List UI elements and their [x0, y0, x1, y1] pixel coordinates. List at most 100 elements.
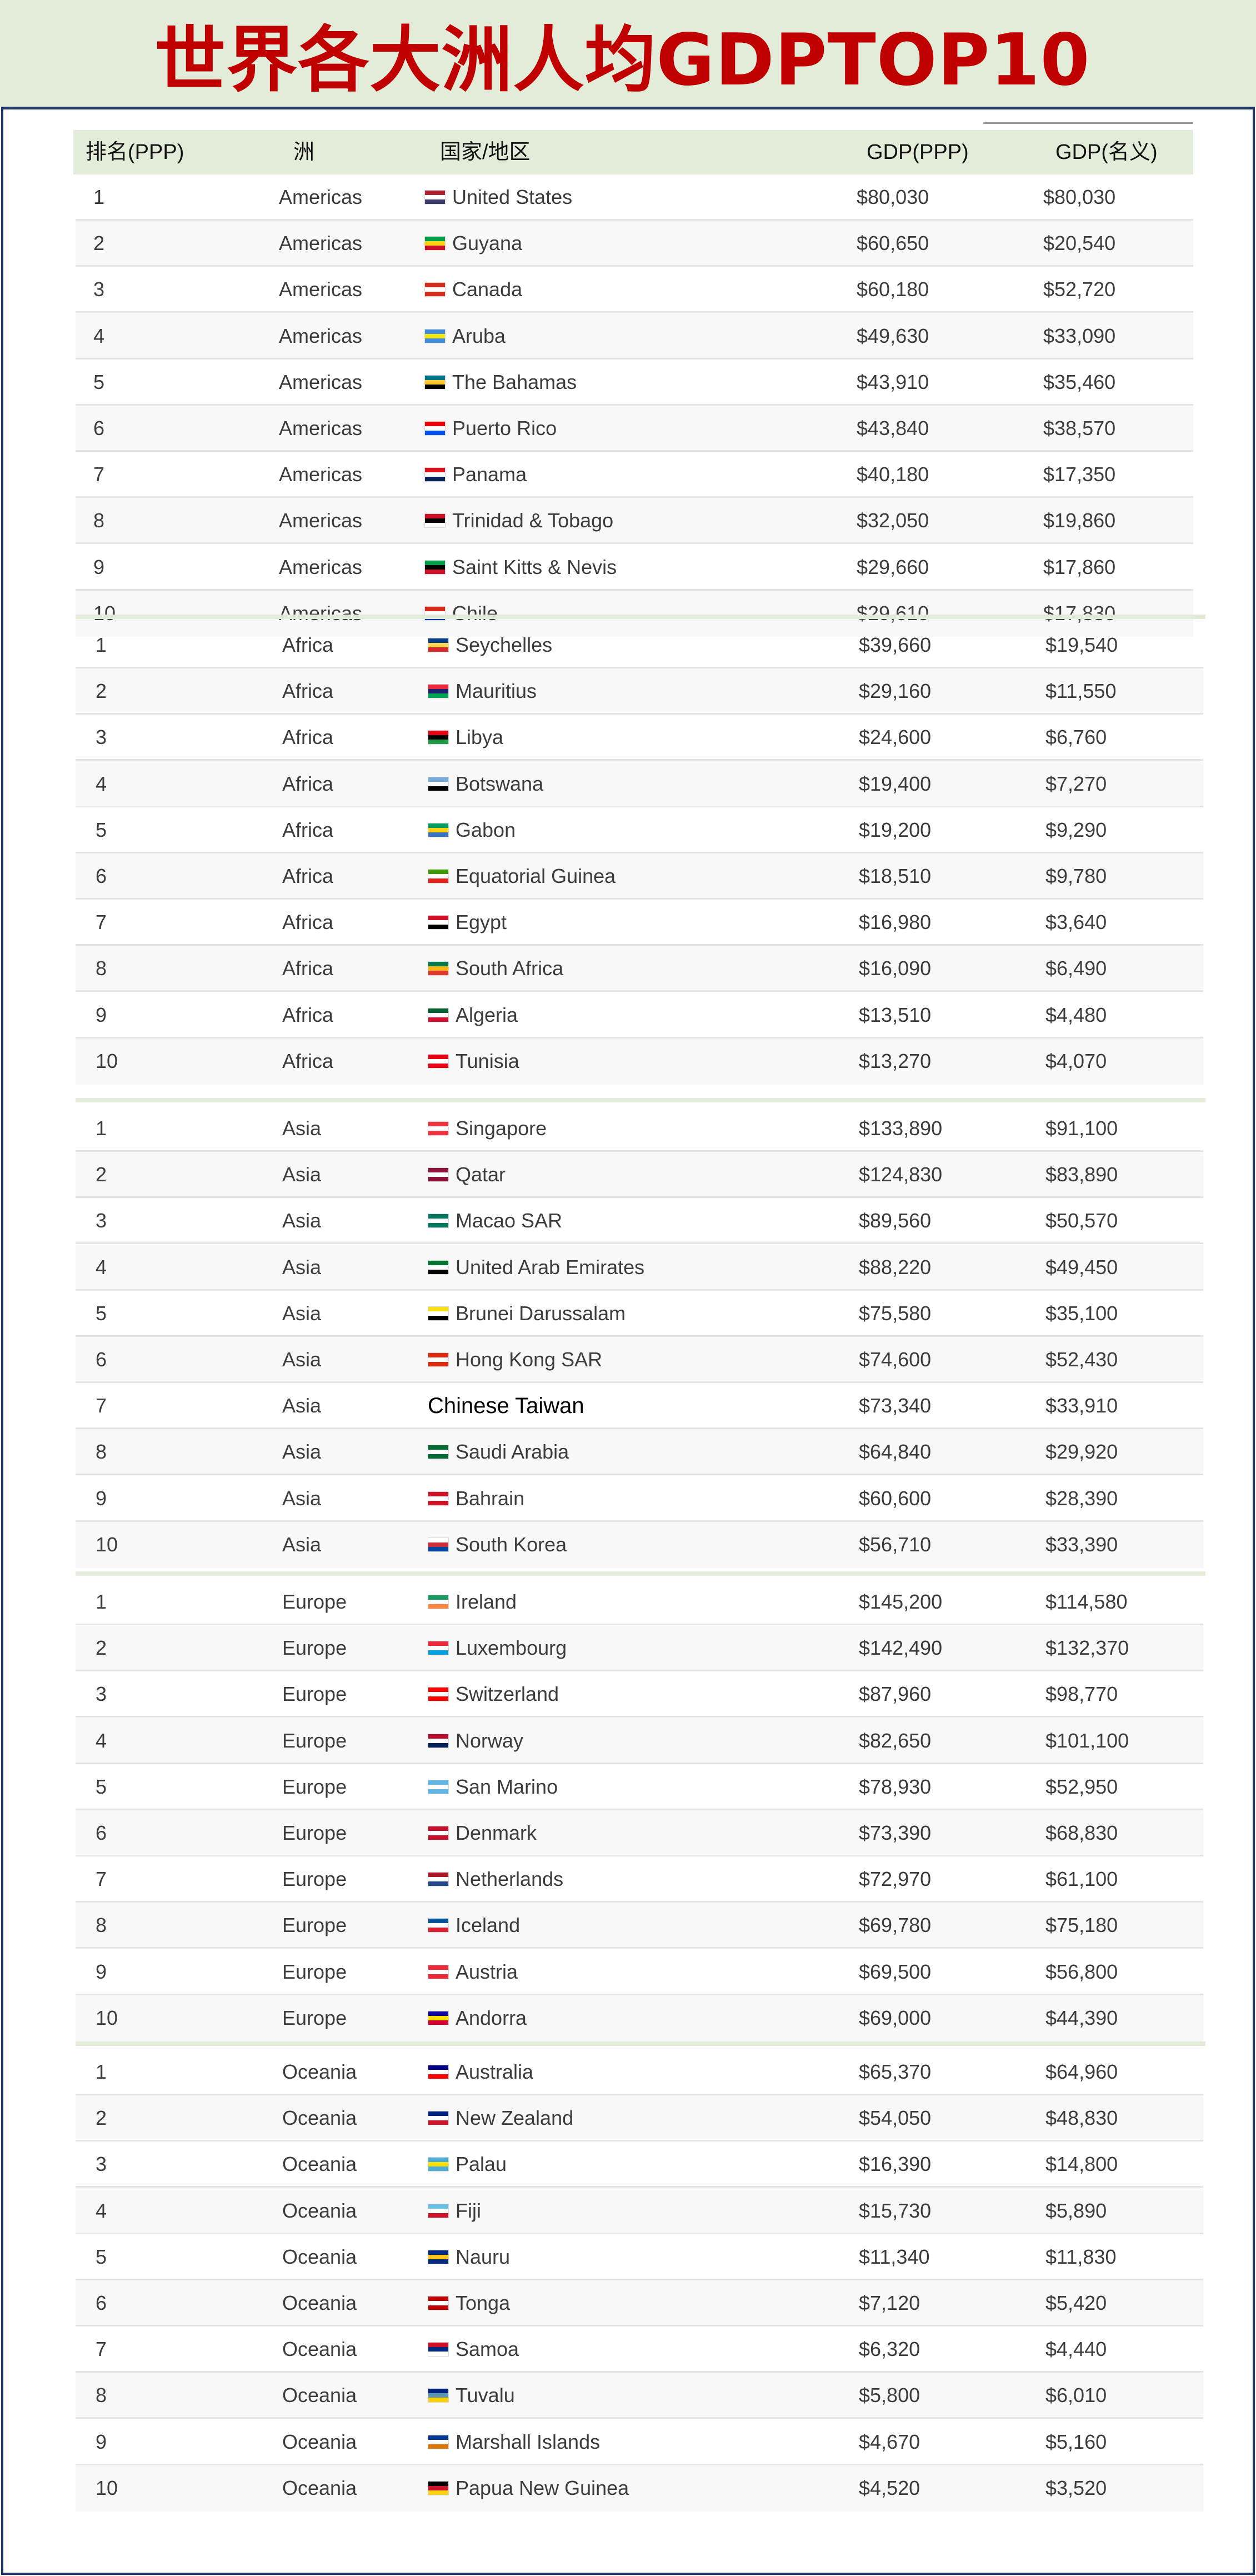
flag-icon	[428, 1595, 449, 1609]
country-cell: Canada	[424, 267, 522, 312]
gdp-ppp-cell: $80,030	[857, 186, 929, 208]
rank-cell: 8	[96, 2384, 107, 2407]
country-cell: Switzerland	[428, 1671, 559, 1717]
continent-cell: Asia	[282, 1348, 322, 1371]
table-row: 2 Asia Qatar $124,830 $83,890	[76, 1152, 1203, 1199]
country-name: New Zealand	[456, 2106, 574, 2130]
country-name: Qatar	[456, 1163, 506, 1186]
rank-cell: 4	[96, 1729, 107, 1752]
gdp-nominal-cell: $33,090	[1043, 324, 1116, 347]
continent-cell: Asia	[282, 1301, 322, 1325]
gdp-ppp-cell: $11,340	[859, 2245, 930, 2268]
rank-cell: 6	[96, 1821, 107, 1844]
country-cell: Macao SAR	[428, 1198, 562, 1244]
country-name: Netherlands	[456, 1868, 564, 1891]
country-cell: Puerto Rico	[424, 406, 557, 451]
continent-cell: Africa	[282, 680, 334, 703]
table-row: 1 Asia Singapore $133,890 $91,100	[76, 1106, 1203, 1152]
country-cell: Luxembourg	[428, 1625, 567, 1671]
country-name: Samoa	[456, 2338, 519, 2361]
flag-icon	[428, 684, 449, 699]
header-country: 国家/地区	[440, 141, 531, 164]
gdp-nominal-cell: $101,100	[1045, 1729, 1129, 1752]
flag-icon	[428, 2010, 449, 2025]
table-row: 3 Africa Libya $24,600 $6,760	[76, 715, 1203, 761]
gdp-ppp-cell: $39,660	[859, 633, 932, 656]
flag-icon	[428, 1826, 449, 1840]
rank-cell: 4	[93, 324, 105, 347]
rank-cell: 3	[96, 1683, 107, 1706]
flag-icon	[428, 2111, 449, 2126]
flag-icon	[428, 1007, 449, 1022]
gdp-nominal-cell: $17,350	[1043, 463, 1116, 486]
gdp-nominal-cell: $35,100	[1045, 1301, 1118, 1325]
country-cell: Australia	[428, 2049, 533, 2095]
table-row: 9 Americas Saint Kitts & Nevis $29,660 $17,8…	[76, 545, 1193, 591]
gdp-nominal-cell: $4,440	[1045, 2338, 1107, 2361]
country-cell: Austria	[428, 1949, 518, 1995]
country-name: Saudi Arabia	[456, 1440, 569, 1464]
gdp-ppp-cell: $7,120	[859, 2292, 920, 2314]
table-row: 3 Americas Canada $60,180 $52,720	[76, 267, 1193, 313]
country-name: Norway	[456, 1729, 524, 1752]
country-name: South Korea	[456, 1532, 567, 1556]
rank-cell: 2	[96, 1636, 107, 1660]
flag-icon	[428, 1537, 449, 1552]
flag-icon	[424, 467, 446, 482]
rank-cell: 8	[96, 1914, 107, 1937]
country-cell: Tunisia	[428, 1039, 519, 1084]
continent-cell: Europe	[282, 1683, 347, 1706]
flag-icon	[428, 2157, 449, 2172]
gdp-nominal-cell: $52,950	[1045, 1775, 1118, 1798]
flag-icon	[428, 869, 449, 883]
country-cell: South Africa	[428, 946, 563, 991]
gdp-nominal-cell: $33,910	[1045, 1394, 1118, 1417]
country-name: Iceland	[456, 1914, 521, 1937]
gdp-ppp-cell: $29,660	[857, 555, 929, 578]
table-row: 4 Asia United Arab Emirates $88,220 $49,450	[76, 1244, 1203, 1291]
gdp-ppp-cell: $6,320	[859, 2338, 920, 2361]
table-row: 9 Africa Algeria $13,510 $4,480	[76, 992, 1203, 1039]
rank-cell: 7	[96, 2338, 107, 2361]
country-name: Marshall Islands	[456, 2430, 601, 2453]
country-name: Switzerland	[456, 1683, 559, 1706]
country-name: Trinidad & Tobago	[452, 509, 614, 532]
rank-cell: 9	[96, 1486, 107, 1510]
rank-cell: 1	[96, 1117, 107, 1140]
table-row: 2 Africa Mauritius $29,160 $11,550	[76, 668, 1203, 715]
country-name: Tuvalu	[456, 2384, 515, 2407]
table-row: 5 Oceania Nauru $11,340 $11,830	[76, 2234, 1203, 2280]
flag-icon	[424, 190, 446, 204]
flag-icon	[428, 1445, 449, 1460]
gdp-nominal-cell: $19,540	[1045, 633, 1118, 656]
gdp-ppp-cell: $64,840	[859, 1440, 932, 1464]
continent-cell: Asia	[282, 1394, 322, 1417]
gdp-nominal-cell: $83,890	[1045, 1163, 1118, 1186]
table-row: 3 Asia Macao SAR $89,560 $50,570	[76, 1198, 1203, 1245]
gdp-nominal-cell: $61,100	[1045, 1868, 1118, 1891]
rank-cell: 4	[96, 1255, 107, 1279]
table-row: 9 Oceania Marshall Islands $4,670 $5,160	[76, 2419, 1203, 2465]
country-cell: Botswana	[428, 761, 543, 807]
continent-cell: Europe	[282, 1868, 347, 1891]
rank-cell: 5	[96, 818, 107, 841]
gdp-ppp-cell: $75,580	[859, 1301, 932, 1325]
table-row: 9 Asia Bahrain $60,600 $28,390	[76, 1476, 1203, 1522]
continent-cell: Oceania	[282, 2153, 357, 2176]
table-row: 6 Africa Equatorial Guinea $18,510 $9,780	[76, 853, 1203, 900]
rank-cell: 6	[96, 1348, 107, 1371]
country-cell: Libya	[428, 715, 503, 760]
rank-cell: 9	[96, 2430, 107, 2453]
gdp-nominal-cell: $91,100	[1045, 1117, 1118, 1140]
country-name: United States	[452, 186, 573, 208]
continent-cell: Africa	[282, 865, 334, 887]
gdp-nominal-cell: $68,830	[1045, 1821, 1118, 1844]
flag-icon	[428, 1918, 449, 1933]
country-cell: Gabon	[428, 807, 516, 853]
continent-cell: Asia	[282, 1209, 322, 1232]
gdp-nominal-cell: $17,860	[1043, 555, 1116, 578]
rank-cell: 3	[96, 726, 107, 749]
gdp-ppp-cell: $16,090	[859, 957, 932, 980]
country-cell: Mauritius	[428, 668, 537, 714]
gdp-nominal-cell: $5,890	[1045, 2199, 1107, 2222]
